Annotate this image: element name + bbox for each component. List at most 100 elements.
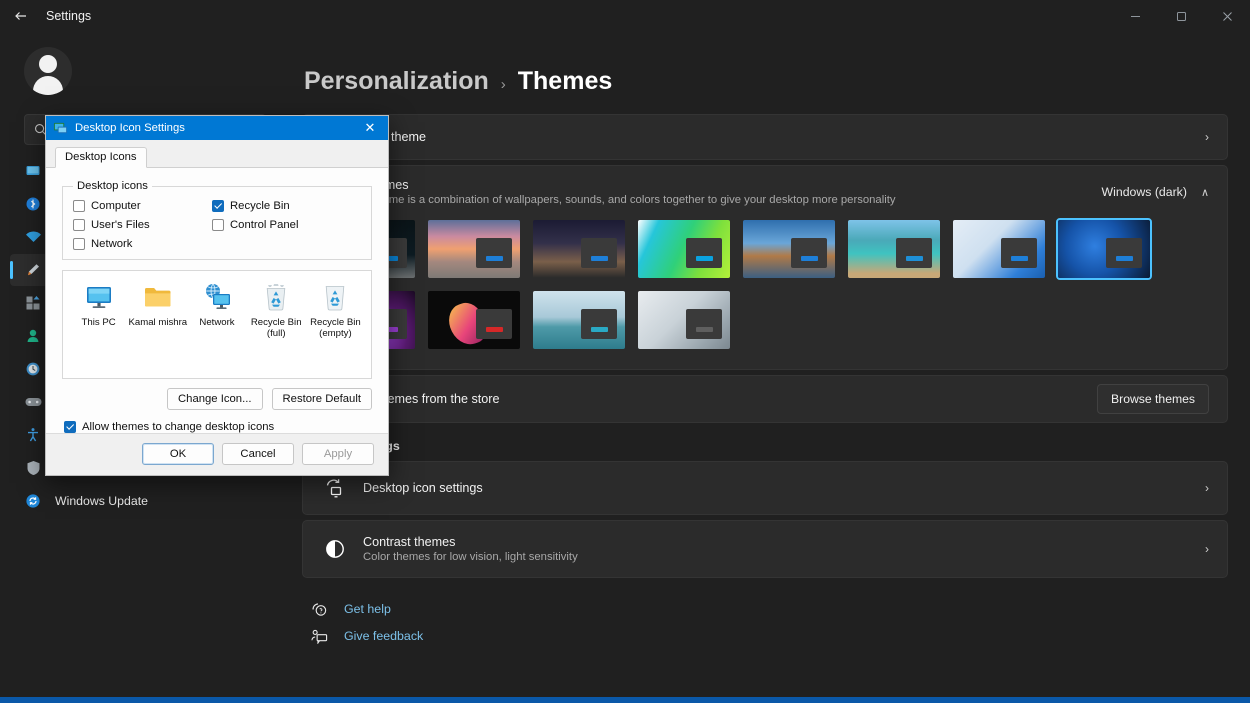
restore-default-button[interactable]: Restore Default — [272, 388, 373, 410]
give-feedback-label: Give feedback — [344, 629, 423, 643]
back-arrow-icon[interactable] — [0, 0, 42, 32]
related-settings-label: Related settings — [302, 428, 1228, 461]
icon-action-buttons: Change Icon... Restore Default — [62, 379, 372, 410]
checkbox-box[interactable] — [73, 238, 85, 250]
dialog-close-button[interactable]: ✕ — [352, 116, 388, 140]
desktop-icon-settings-texts: Desktop icon settings — [363, 481, 1183, 495]
preview-item-this-pc[interactable]: This PC — [69, 281, 128, 372]
shield-icon — [24, 459, 42, 477]
window-title: Settings — [46, 9, 91, 23]
allow-themes-checkbox[interactable]: Allow themes to change desktop icons — [62, 410, 372, 433]
theme-thumbnail[interactable] — [426, 289, 522, 351]
checkbox-computer[interactable]: Computer — [73, 200, 212, 212]
give-feedback-link[interactable]: Give feedback — [310, 628, 1226, 644]
contrast-themes-texts: Contrast themes Color themes for low vis… — [363, 535, 1183, 563]
checkbox-network[interactable]: Network — [73, 238, 212, 250]
theme-mini-window — [686, 309, 722, 339]
network-icon — [201, 281, 233, 313]
cancel-button[interactable]: Cancel — [222, 443, 294, 465]
preview-item-label: Network — [199, 317, 234, 328]
chevron-right-icon: › — [501, 76, 506, 93]
desktop-icon-settings-row[interactable]: Desktop icon settings › — [302, 461, 1228, 515]
wifi-icon — [24, 228, 42, 246]
maximize-button[interactable] — [1158, 0, 1204, 32]
theme-accent-bar — [486, 256, 503, 261]
breadcrumb: Personalization › Themes — [302, 32, 1228, 114]
dialog-footer: OK Cancel Apply — [46, 433, 388, 475]
preview-item-recycle-bin-empty[interactable]: Recycle Bin (empty) — [306, 281, 365, 372]
theme-mini-window — [1106, 238, 1142, 268]
taskbar-strip — [0, 697, 1250, 703]
checkbox-control-panel[interactable]: Control Panel — [212, 219, 361, 231]
get-help-link[interactable]: Get help — [310, 601, 1226, 617]
update-icon — [24, 492, 42, 510]
theme-accent-bar — [696, 327, 713, 332]
theme-thumbnail[interactable] — [531, 289, 627, 351]
theme-accent-bar — [1116, 256, 1133, 261]
recycle-bin-full-icon — [260, 281, 292, 313]
contrast-themes-row[interactable]: Contrast themes Color themes for low vis… — [302, 520, 1228, 578]
window-caption-buttons — [1112, 0, 1250, 32]
change-icon-button[interactable]: Change Icon... — [167, 388, 262, 410]
store-row-title: Get more themes from the store — [321, 392, 1083, 406]
contrast-themes-subtitle: Color themes for low vision, light sensi… — [363, 551, 1183, 563]
help-icon — [310, 601, 328, 617]
chevron-right-icon: › — [1197, 481, 1209, 495]
themes-selected-value: Windows (dark) — [1102, 185, 1187, 199]
store-row-texts: Get more themes from the store — [321, 392, 1083, 406]
preview-item-label: Recycle Bin (empty) — [306, 317, 365, 339]
browse-themes-button[interactable]: Browse themes — [1097, 384, 1209, 414]
use-custom-theme-row[interactable]: Use custom theme › — [302, 114, 1228, 160]
theme-thumbnail[interactable] — [531, 218, 627, 280]
icon-preview-list[interactable]: This PC Kamal mishra — [62, 270, 372, 379]
checkbox-box[interactable] — [73, 219, 85, 231]
theme-mini-window — [581, 309, 617, 339]
theme-thumbnail[interactable] — [636, 218, 732, 280]
checkbox-recycle-bin[interactable]: Recycle Bin — [212, 200, 361, 212]
checkbox-users-files[interactable]: User's Files — [73, 219, 212, 231]
themes-card-header[interactable]: Themes A theme is a combination of wallp… — [303, 166, 1227, 216]
checkbox-box[interactable] — [212, 219, 224, 231]
breadcrumb-parent[interactable]: Personalization — [304, 67, 489, 96]
themes-card-texts: Themes A theme is a combination of wallp… — [363, 178, 1088, 206]
system-icon — [24, 162, 42, 180]
checkbox-box[interactable] — [73, 200, 85, 212]
user-profile[interactable] — [10, 32, 272, 108]
theme-thumbnail-grid — [303, 216, 1227, 355]
theme-mini-window — [476, 238, 512, 268]
checkbox-label: User's Files — [91, 219, 150, 231]
theme-thumbnail[interactable] — [426, 218, 522, 280]
close-button[interactable] — [1204, 0, 1250, 32]
preview-item-label: Kamal mishra — [128, 317, 187, 328]
preview-item-network[interactable]: Network — [187, 281, 246, 372]
theme-thumbnail[interactable] — [636, 289, 732, 351]
preview-item-users-files[interactable]: Kamal mishra — [128, 281, 187, 372]
theme-mini-window — [686, 238, 722, 268]
clock-icon — [24, 360, 42, 378]
checkbox-box-checked[interactable] — [64, 421, 76, 433]
ok-button[interactable]: OK — [142, 443, 214, 465]
folder-icon — [142, 281, 174, 313]
preview-item-recycle-bin-full[interactable]: Recycle Bin (full) — [247, 281, 306, 372]
contrast-icon — [321, 539, 349, 559]
theme-mini-window — [476, 309, 512, 339]
page-title: Themes — [518, 67, 612, 96]
desktop-icons-checkbox-grid: Computer Recycle Bin User's Files Contro… — [73, 200, 361, 250]
theme-accent-bar — [591, 327, 608, 332]
this-pc-icon — [83, 281, 115, 313]
checkbox-box-checked[interactable] — [212, 200, 224, 212]
theme-thumbnail[interactable] — [846, 218, 942, 280]
theme-thumbnail[interactable] — [741, 218, 837, 280]
minimize-button[interactable] — [1112, 0, 1158, 32]
theme-mini-window — [896, 238, 932, 268]
sidebar-item-windows-update[interactable]: Windows Update — [10, 485, 272, 517]
window-titlebar: Settings — [0, 0, 1250, 32]
themes-selected-value-group[interactable]: Windows (dark) ∧ — [1102, 185, 1209, 199]
preview-item-label: Recycle Bin (full) — [247, 317, 306, 339]
theme-thumbnail-selected[interactable] — [1056, 218, 1152, 280]
chevron-up-icon: ∧ — [1201, 186, 1209, 199]
get-help-label: Get help — [344, 602, 391, 616]
bluetooth-icon — [24, 195, 42, 213]
theme-thumbnail[interactable] — [951, 218, 1047, 280]
tab-desktop-icons[interactable]: Desktop Icons — [55, 147, 147, 168]
